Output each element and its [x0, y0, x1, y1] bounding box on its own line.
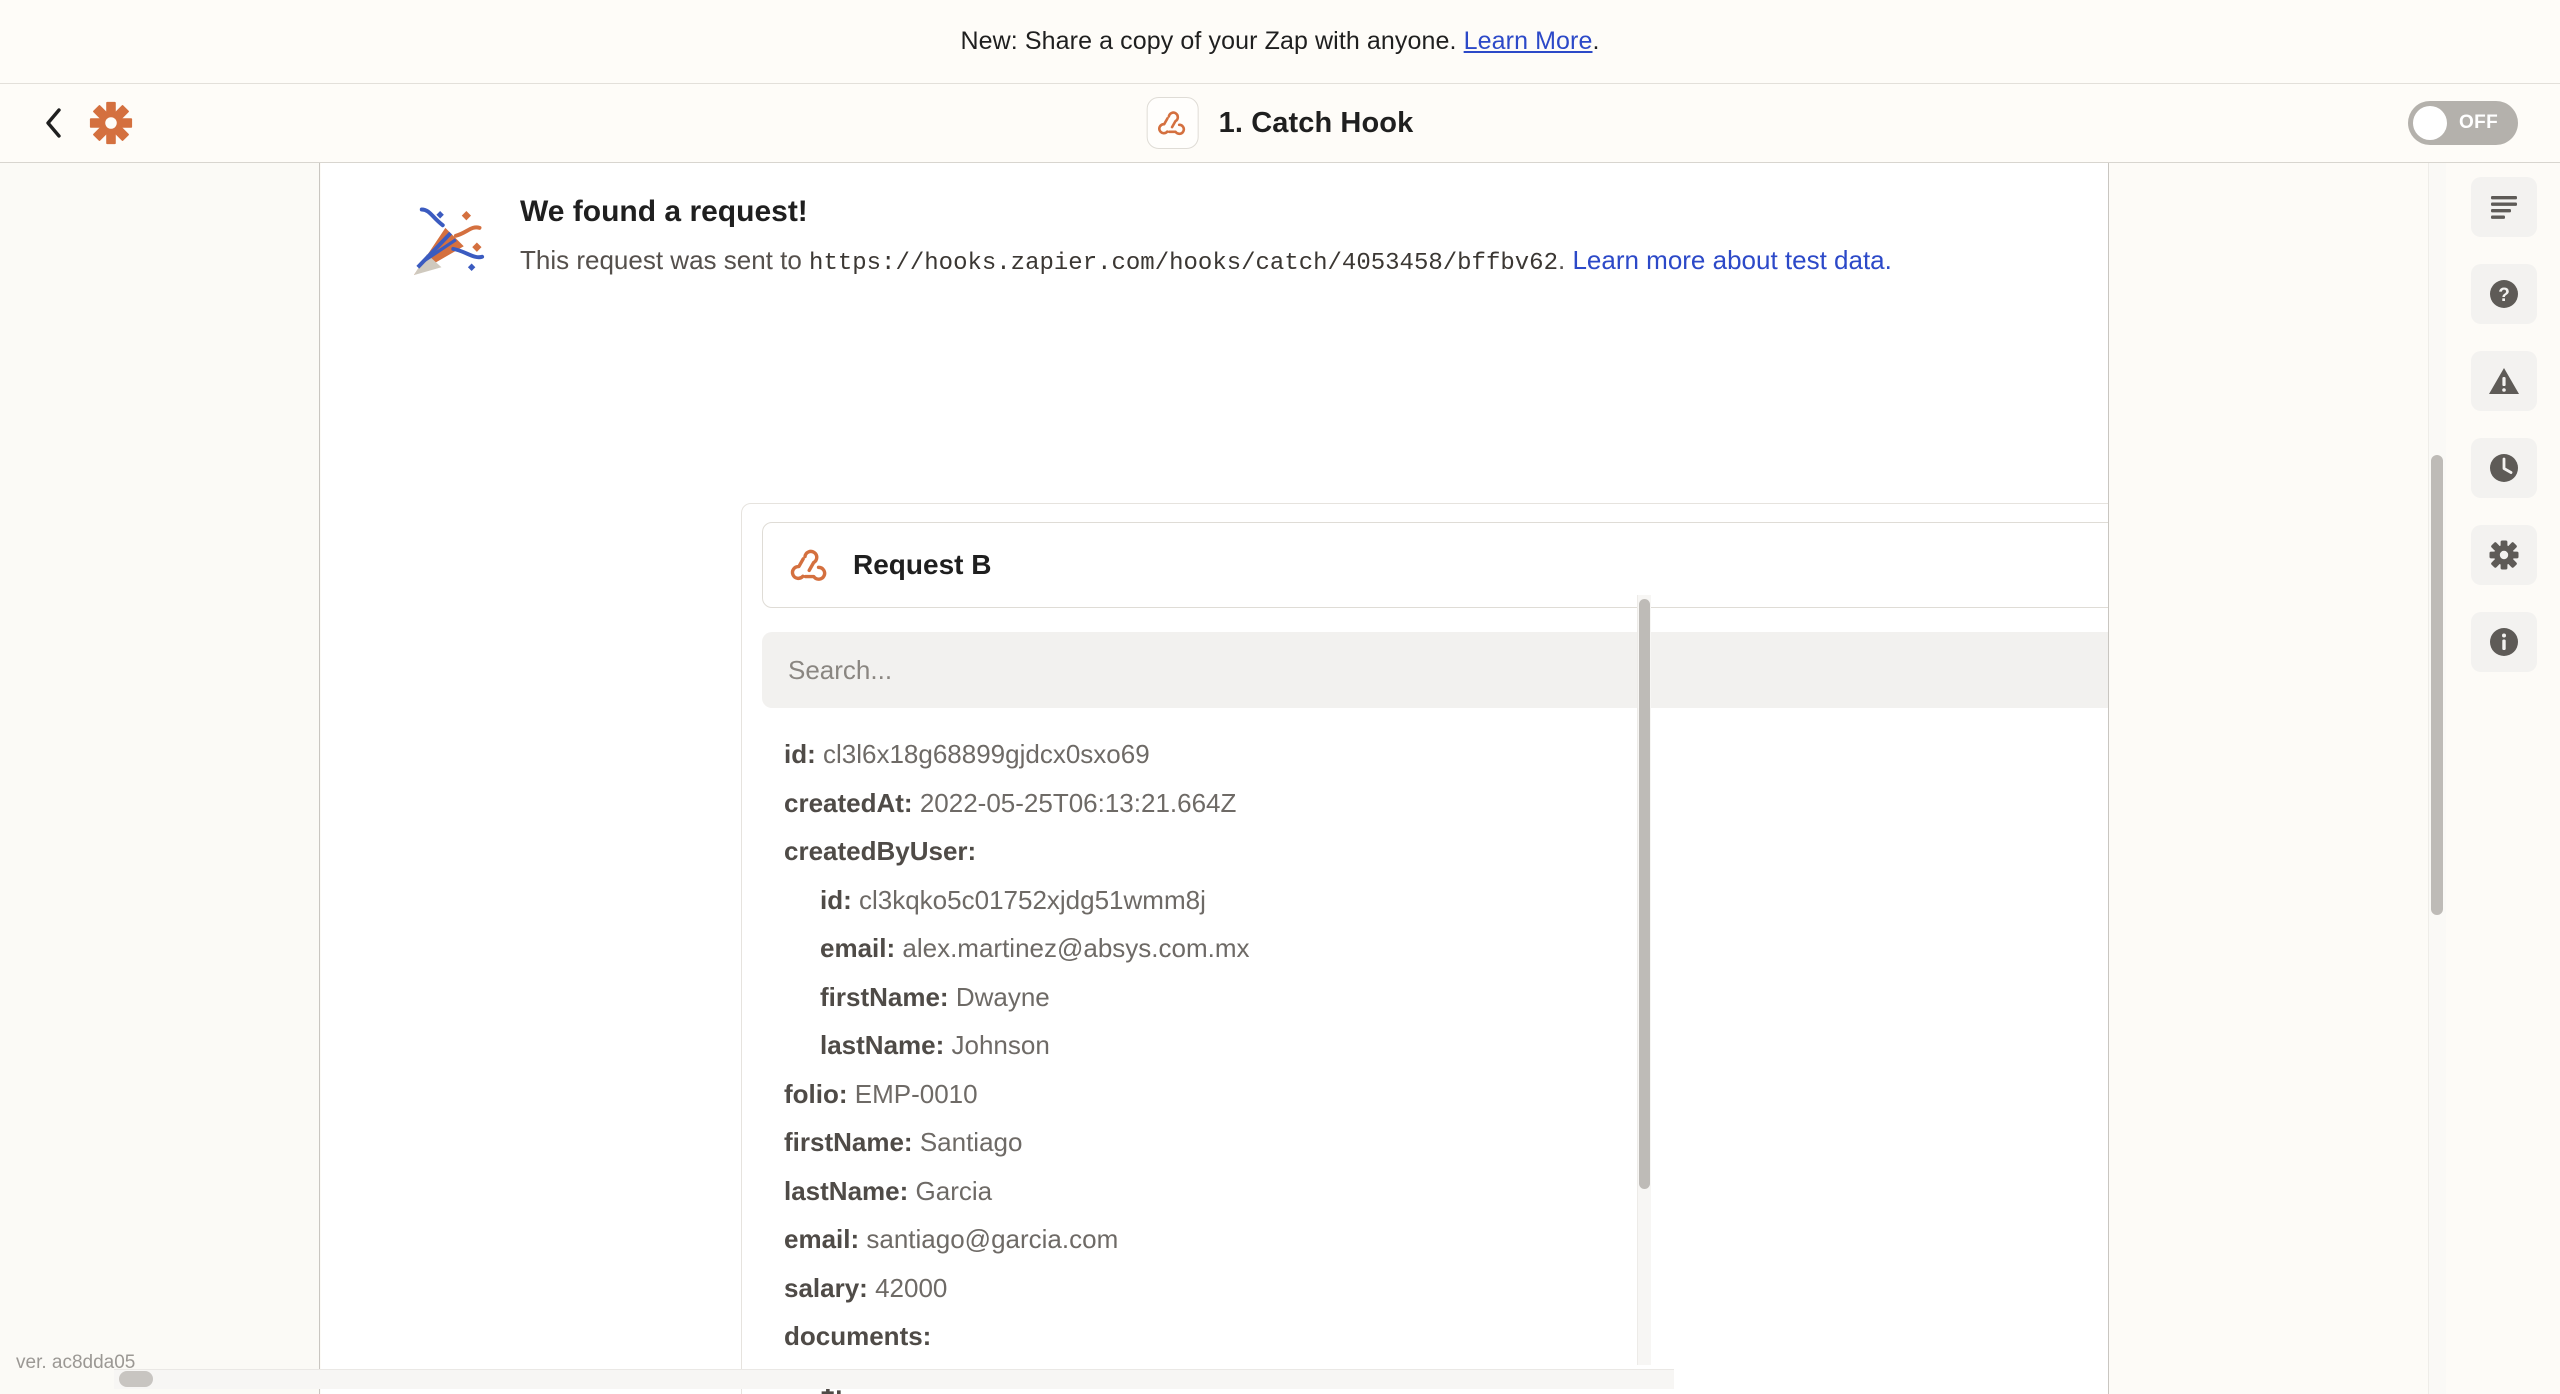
- found-request-description: This request was sent to https://hooks.z…: [520, 241, 1892, 282]
- data-row-value: Johnson: [944, 1030, 1050, 1060]
- announcement-banner: New: Share a copy of your Zap with anyon…: [0, 0, 2560, 84]
- data-row-value: cl3l6x18g68899gjdcx0sxo69: [815, 739, 1150, 769]
- zapier-logo-icon[interactable]: [88, 100, 134, 146]
- sidebar-item-notes[interactable]: [2470, 177, 2537, 237]
- data-row-key: firstName:: [784, 1127, 913, 1157]
- learn-more-test-data-link[interactable]: Learn more about test data.: [1572, 245, 1891, 275]
- selected-request-label: Request B: [853, 549, 992, 580]
- right-gap-area: [2110, 163, 2443, 1394]
- step-detail-panel: We found a request! This request was sen…: [321, 163, 2109, 1394]
- history-icon: [2489, 454, 2518, 482]
- sidebar-item-settings[interactable]: [2470, 525, 2537, 585]
- app-header: 1. Catch Hook OFF: [0, 84, 2560, 163]
- data-row[interactable]: email: alex.martinez@absys.com.mx: [784, 924, 2108, 973]
- info-icon: [2489, 628, 2518, 656]
- webhook-icon: [790, 549, 827, 581]
- data-row-value: santiago@garcia.com: [859, 1224, 1119, 1254]
- warning-icon: [2488, 368, 2519, 394]
- right-sidebar: ?: [2447, 163, 2560, 1394]
- webhook-url: https://hooks.zapier.com/hooks/catch/405…: [809, 250, 1558, 277]
- data-row-value: Garcia: [908, 1175, 993, 1206]
- description-prefix: This request was sent to: [520, 245, 802, 275]
- found-request-block: We found a request! This request was sen…: [406, 191, 1926, 283]
- data-row-key: email:: [820, 933, 896, 963]
- announcement-text: New: Share a copy of your Zap with anyon…: [960, 27, 1599, 56]
- horizontal-scrollbar-thumb[interactable]: [119, 1371, 153, 1387]
- data-row-key: createdAt:: [784, 787, 913, 818]
- data-row-key: salary:: [784, 1272, 868, 1303]
- announcement-message: New: Share a copy of your Zap with anyon…: [960, 27, 1457, 55]
- request-select[interactable]: Request B: [762, 522, 2108, 608]
- data-row-value: 2022-05-25T06:13:21.664Z: [912, 787, 1237, 818]
- header-step-title-group: 1. Catch Hook: [1146, 97, 1414, 149]
- data-row[interactable]: createdAt: 2022-05-25T06:13:21.664Z: [784, 779, 2108, 828]
- sidebar-item-help[interactable]: ?: [2470, 264, 2537, 324]
- data-row-key: id:: [784, 739, 816, 769]
- party-popper-icon: [413, 207, 485, 276]
- search-placeholder: Search...: [788, 654, 893, 685]
- data-row[interactable]: createdByUser:: [784, 827, 2108, 876]
- found-request-title: We found a request!: [520, 195, 808, 228]
- webhook-icon: [1146, 97, 1199, 149]
- horizontal-scrollbar-track[interactable]: [114, 1369, 1674, 1389]
- found-request-text-group: We found a request! This request was sen…: [520, 191, 1892, 283]
- notes-icon: [2490, 196, 2517, 219]
- data-row-key: email:: [784, 1224, 860, 1254]
- request-card: Request B Search... id: cl3l6x18g68899gj…: [741, 503, 2108, 1394]
- data-row-key: folio:: [784, 1078, 848, 1109]
- data-row[interactable]: salary: 42000: [784, 1264, 2108, 1313]
- data-row[interactable]: id: cl3kqko5c01752xjdg51wmm8j: [784, 876, 2108, 925]
- help-icon: ?: [2489, 280, 2518, 308]
- data-row-key: createdByUser:: [784, 836, 977, 866]
- sidebar-item-info[interactable]: [2470, 612, 2537, 672]
- data-row[interactable]: email: santiago@garcia.com: [784, 1215, 2108, 1264]
- data-row[interactable]: documents:: [784, 1312, 2108, 1361]
- header-left-group: [40, 100, 134, 146]
- data-row[interactable]: lastName: Garcia: [784, 1167, 2108, 1216]
- left-rail: ver. ac8dda05: [0, 163, 320, 1394]
- page-title: 1. Catch Hook: [1218, 106, 1414, 139]
- back-chevron-icon[interactable]: [40, 106, 66, 140]
- data-row-key: documents:: [784, 1321, 932, 1351]
- data-row-value: 42000: [867, 1272, 948, 1303]
- description-period: .: [1557, 245, 1566, 275]
- data-row-value: EMP-0010: [847, 1078, 978, 1109]
- zap-on-off-toggle[interactable]: OFF: [2408, 101, 2518, 145]
- settings-icon: [2489, 540, 2518, 570]
- data-list-scrollbar-thumb[interactable]: [1639, 599, 1650, 1189]
- data-row[interactable]: lastName: Johnson: [784, 1021, 2108, 1070]
- data-row[interactable]: folio: EMP-0010: [784, 1070, 2108, 1119]
- data-row-value: Dwayne: [948, 981, 1050, 1012]
- search-field[interactable]: Search...: [762, 632, 2108, 708]
- sidebar-item-warnings[interactable]: [2470, 351, 2537, 411]
- request-data-list[interactable]: id: cl3l6x18g68899gjdcx0sxo69 createdAt: …: [762, 730, 2108, 1394]
- data-row-key: lastName:: [784, 1175, 909, 1206]
- learn-more-link[interactable]: Learn More: [1464, 27, 1593, 55]
- data-row-key: lastName:: [820, 1030, 945, 1060]
- data-row[interactable]: firstName: Dwayne: [784, 973, 2108, 1022]
- panel-scrollbar-thumb[interactable]: [2431, 455, 2443, 915]
- data-row-value: alex.martinez@absys.com.mx: [895, 933, 1250, 963]
- sidebar-item-history[interactable]: [2470, 438, 2537, 498]
- editor-body: ver. ac8dda05 We found a request! This r…: [0, 163, 2560, 1394]
- toggle-label: OFF: [2459, 112, 2499, 133]
- data-row[interactable]: firstName: Santiago: [784, 1118, 2108, 1167]
- data-row-value: Santiago: [912, 1127, 1023, 1157]
- toggle-knob: [2413, 106, 2447, 140]
- data-row-key: id:: [820, 884, 852, 915]
- svg-text:?: ?: [2498, 285, 2510, 306]
- data-row-key: firstName:: [820, 981, 949, 1012]
- data-row-value: cl3kqko5c01752xjdg51wmm8j: [851, 884, 1206, 915]
- panel-content: We found a request! This request was sen…: [321, 191, 2108, 283]
- zapier-editor-window: New: Share a copy of your Zap with anyon…: [0, 0, 2560, 1394]
- announcement-period: .: [1592, 27, 1600, 55]
- data-row[interactable]: id: cl3l6x18g68899gjdcx0sxo69: [784, 730, 2108, 779]
